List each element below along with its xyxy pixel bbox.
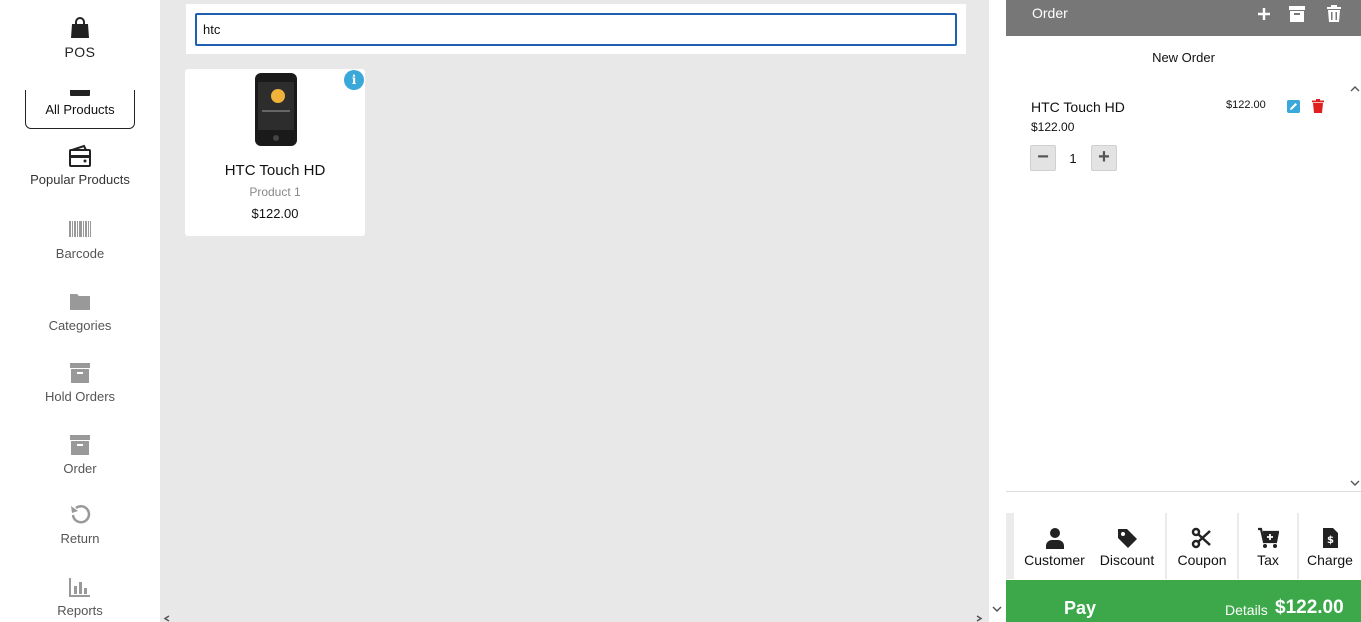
order-line-name: HTC Touch HD xyxy=(1031,99,1125,115)
scroll-right-icon[interactable] xyxy=(975,615,983,622)
new-order-label: New Order xyxy=(1152,50,1215,65)
sidebar-item-order[interactable]: Order xyxy=(0,433,160,476)
scissors-icon xyxy=(1191,527,1211,549)
order-scrollbar[interactable] xyxy=(1349,80,1361,492)
tax-label: Tax xyxy=(1257,552,1279,568)
search-bar xyxy=(186,4,966,54)
product-image xyxy=(255,73,297,146)
edit-icon[interactable] xyxy=(1287,100,1300,113)
sidebar-item-label: Barcode xyxy=(55,246,105,261)
scroll-left-icon[interactable] xyxy=(163,615,171,622)
archive-icon xyxy=(70,363,90,383)
sidebar-item-label: Categories xyxy=(48,318,112,333)
main-scrollbar[interactable] xyxy=(989,0,1006,622)
sidebar-item-popular-products[interactable]: Popular Products xyxy=(0,144,160,187)
archive-icon xyxy=(70,435,90,455)
scroll-down-icon[interactable] xyxy=(992,604,1002,614)
coupon-label: Coupon xyxy=(1177,552,1227,568)
sidebar-item-categories[interactable]: Categories xyxy=(0,290,160,333)
trash-icon[interactable] xyxy=(1325,5,1343,23)
order-line-total: $122.00 xyxy=(1226,99,1266,111)
sidebar-item-label: Hold Orders xyxy=(44,389,116,404)
folder-icon xyxy=(70,294,90,310)
sidebar-item-barcode[interactable]: Barcode xyxy=(0,218,160,261)
order-panel: Order New Order HTC Touch HD $122.00 $12… xyxy=(1006,0,1361,622)
order-list: HTC Touch HD $122.00 $122.00 − 1 + xyxy=(1006,80,1361,492)
product-price: $122.00 xyxy=(251,206,299,221)
quantity-decrease-button[interactable]: − xyxy=(1030,145,1056,171)
customer-button[interactable]: Customer xyxy=(1014,513,1095,579)
sidebar-item-reports[interactable]: Reports xyxy=(0,575,160,618)
sidebar-item-label: Return xyxy=(60,531,100,546)
undo-icon xyxy=(71,505,91,524)
sidebar-item-pos[interactable]: POS xyxy=(0,16,160,60)
search-input[interactable] xyxy=(195,13,957,46)
product-name: HTC Touch HD xyxy=(224,162,326,179)
product-area: i HTC Touch HD Product 1 $122.00 xyxy=(160,0,989,622)
sidebar-item-return[interactable]: Return xyxy=(0,503,160,546)
sidebar-item-all-products[interactable]: All Products xyxy=(25,90,135,129)
sidebar-item-label: All Products xyxy=(45,102,115,117)
archive-icon[interactable] xyxy=(1288,5,1306,23)
barcode-icon xyxy=(69,221,91,237)
quantity-increase-button[interactable]: + xyxy=(1091,145,1117,171)
cart-plus-icon xyxy=(1258,527,1279,548)
all-products-icon xyxy=(70,90,90,96)
trash-icon[interactable] xyxy=(1311,99,1325,113)
order-header: Order xyxy=(1006,0,1361,36)
order-title: Order xyxy=(1032,5,1068,21)
svg-text:$: $ xyxy=(1327,535,1334,546)
charge-button[interactable]: $ Charge xyxy=(1299,513,1361,579)
sidebar-item-label: Order xyxy=(63,461,97,476)
shopping-bag-icon xyxy=(71,17,89,38)
sidebar-item-label: Reports xyxy=(57,603,103,618)
coupon-button[interactable]: Coupon xyxy=(1167,513,1237,579)
product-card[interactable]: i HTC Touch HD Product 1 $122.00 xyxy=(185,69,365,236)
user-icon xyxy=(1045,528,1064,549)
tax-button[interactable]: Tax xyxy=(1239,513,1297,579)
info-icon[interactable]: i xyxy=(344,70,364,90)
pay-label: Pay xyxy=(1064,598,1097,618)
order-line-unit-price: $122.00 xyxy=(1031,120,1075,134)
product-subtitle: Product 1 xyxy=(249,185,301,199)
sidebar: POS All Products Popular Products Barcod… xyxy=(0,0,160,622)
quantity-value: 1 xyxy=(1069,151,1077,166)
order-total: $122.00 xyxy=(1275,597,1344,618)
bar-chart-icon xyxy=(69,578,90,597)
charge-label: Charge xyxy=(1307,552,1353,568)
invoice-icon: $ xyxy=(1323,528,1338,548)
sidebar-item-label: Popular Products xyxy=(30,172,130,187)
pay-button[interactable]: Pay Details $122.00 xyxy=(1006,580,1361,622)
tag-icon xyxy=(1118,529,1137,548)
order-actions: Customer Discount Coupon Tax $ Charge xyxy=(1006,513,1361,579)
plus-icon[interactable] xyxy=(1255,5,1273,23)
wallet-icon xyxy=(69,144,91,167)
discount-label: Discount xyxy=(1099,552,1155,568)
sidebar-item-hold-orders[interactable]: Hold Orders xyxy=(0,361,160,404)
customer-label: Customer xyxy=(1024,552,1085,568)
sidebar-item-label: POS xyxy=(64,44,96,60)
discount-button[interactable]: Discount xyxy=(1089,513,1165,579)
details-link[interactable]: Details xyxy=(1225,602,1268,618)
